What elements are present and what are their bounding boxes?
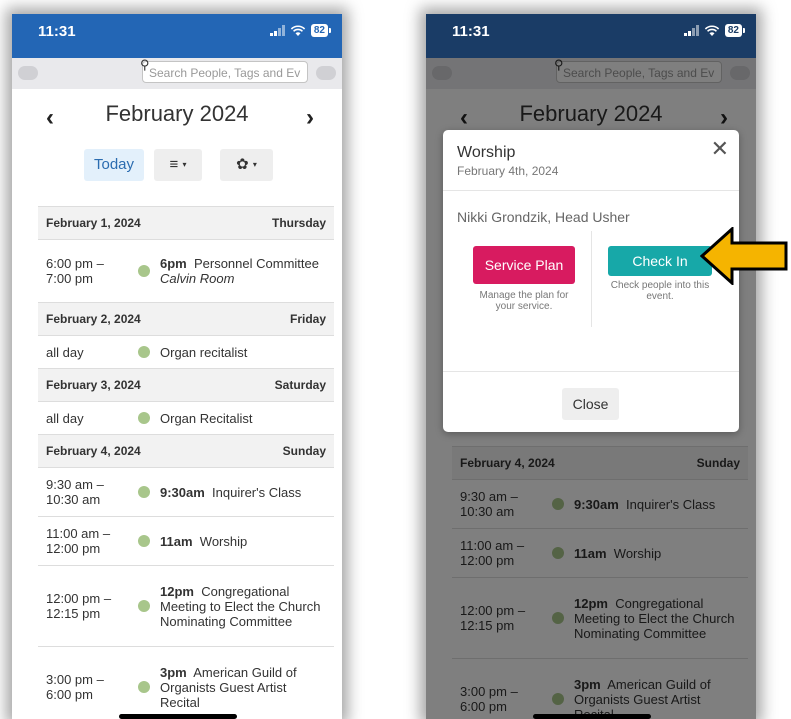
- event-start: 3pm: [160, 664, 187, 680]
- chevron-down-icon: ▾: [252, 160, 257, 169]
- status-time: 11:31: [38, 23, 76, 40]
- month-title: February 2024: [105, 101, 249, 126]
- day-date: February 1, 2024: [46, 216, 141, 230]
- event-title: 9:30am Inquirer's Class: [160, 485, 334, 500]
- service-plan-button[interactable]: Service Plan: [473, 246, 575, 284]
- event-dot-icon: [138, 412, 150, 424]
- event-time: 12:00 pm – 12:15 pm: [46, 591, 112, 621]
- wifi-icon: [704, 24, 720, 36]
- column-divider: [591, 231, 592, 327]
- day-date: February 3, 2024: [46, 378, 141, 392]
- event-time: 11:00 am – 12:00 pm: [46, 526, 111, 556]
- event-time: all day: [46, 410, 84, 426]
- event-time: 6:00 pm – 7:00 pm: [46, 256, 104, 286]
- event-row[interactable]: all day Organ recitalist: [38, 336, 334, 369]
- today-button[interactable]: Today: [84, 149, 144, 181]
- phone-screen-calendar: 11:31 82 Search People, Tags and Ev ⚲ ‹ …: [12, 14, 342, 719]
- event-title: Organ Recitalist: [160, 411, 334, 426]
- search-icon: ⚲: [140, 57, 150, 72]
- calendar-toolbar: Today ≡ ▾ ✿ ▾: [20, 141, 334, 207]
- back-pill[interactable]: [18, 66, 38, 80]
- event-dot-icon: [138, 681, 150, 693]
- signal-icon: [683, 25, 699, 36]
- event-dot-icon: [138, 535, 150, 547]
- event-title: Organ recitalist: [160, 345, 334, 360]
- arrow-pointer-icon: [700, 227, 788, 285]
- modal-header: Worship February 4th, 2024 ✕: [443, 130, 739, 191]
- modal-title: Worship: [457, 144, 516, 161]
- event-start: 9:30am: [160, 484, 205, 500]
- event-title: 6pm Personnel Committee Calvin Room: [160, 256, 334, 286]
- status-bar: 11:31 82: [426, 14, 756, 58]
- event-row[interactable]: 12:00 pm – 12:15 pm 12pm Congregational M…: [38, 566, 334, 647]
- day-weekday: Thursday: [271, 216, 326, 230]
- event-location: Calvin Room: [160, 271, 235, 286]
- day-header: February 1, 2024 Thursday: [38, 207, 334, 240]
- event-dot-icon: [138, 265, 150, 277]
- event-leader: Nikki Grondzik, Head Usher: [457, 209, 630, 225]
- day-header: February 2, 2024 Friday: [38, 303, 334, 336]
- day-weekday: Sunday: [282, 444, 326, 458]
- day-weekday: Friday: [289, 312, 326, 326]
- day-weekday: Saturday: [274, 378, 326, 392]
- day-date: February 2, 2024: [46, 312, 141, 326]
- check-in-button[interactable]: Check In: [608, 246, 712, 276]
- search-input[interactable]: Search People, Tags and Ev: [142, 61, 308, 83]
- view-menu-button[interactable]: ≡ ▾: [154, 149, 202, 181]
- event-time: 3:00 pm – 6:00 pm: [46, 672, 104, 702]
- event-time: all day: [46, 344, 84, 360]
- status-time: 11:31: [452, 23, 490, 40]
- event-modal: Worship February 4th, 2024 ✕ Nikki Grond…: [443, 130, 739, 432]
- event-name: Personnel Committee: [193, 256, 319, 271]
- event-dot-icon: [138, 346, 150, 358]
- list-icon: ≡: [169, 156, 179, 173]
- status-icons: 82: [683, 24, 746, 37]
- event-row[interactable]: 11:00 am – 12:00 pm 11am Worship: [38, 517, 334, 566]
- event-start: 12pm: [160, 583, 194, 599]
- event-title: 3pm American Guild of Organists Guest Ar…: [160, 665, 334, 710]
- search-bar: Search People, Tags and Ev ⚲: [12, 57, 342, 89]
- event-dot-icon: [138, 600, 150, 612]
- chevron-down-icon: ▾: [182, 160, 187, 169]
- status-bar: 11:31 82: [12, 14, 342, 58]
- modal-footer: Close: [443, 372, 739, 432]
- event-time: 9:30 am – 10:30 am: [46, 477, 104, 507]
- day-header: February 4, 2024 Sunday: [38, 435, 334, 468]
- event-row[interactable]: 9:30 am – 10:30 am 9:30am Inquirer's Clas…: [38, 468, 334, 517]
- calendar-header: ‹ February 2024 ›: [20, 89, 334, 141]
- event-title: 12pm Congregational Meeting to Elect the…: [160, 584, 334, 629]
- event-row[interactable]: 3:00 pm – 6:00 pm 3pm American Guild of O…: [38, 647, 334, 719]
- event-start: 6pm: [160, 256, 187, 271]
- battery-icon: 82: [310, 24, 332, 37]
- phone-screen-modal: 11:31 82 Search People, Tags and Ev ⚲ ‹ …: [426, 14, 756, 719]
- day-header: February 3, 2024 Saturday: [38, 369, 334, 402]
- event-name: Organ recitalist: [160, 344, 248, 360]
- close-icon[interactable]: ✕: [711, 136, 729, 162]
- event-name: Worship: [199, 533, 248, 549]
- settings-menu-button[interactable]: ✿ ▾: [220, 149, 273, 181]
- home-indicator: [119, 714, 237, 719]
- agenda-list: February 1, 2024 Thursday 6:00 pm – 7:00 p…: [38, 206, 334, 719]
- event-row[interactable]: all day Organ Recitalist: [38, 402, 334, 435]
- modal-date: February 4th, 2024: [457, 164, 559, 178]
- check-in-help: Check people into this event.: [610, 280, 710, 302]
- signal-icon: [269, 25, 285, 36]
- menu-pill[interactable]: [316, 66, 336, 80]
- event-start: 11am: [160, 533, 193, 549]
- next-month-button[interactable]: ›: [306, 106, 314, 130]
- event-row[interactable]: 6:00 pm – 7:00 pm 6pm Personnel Committee…: [38, 240, 334, 303]
- service-plan-help: Manage the plan for your service.: [479, 290, 569, 312]
- event-name: Inquirer's Class: [212, 484, 302, 500]
- event-title: 11am Worship: [160, 534, 334, 549]
- day-date: February 4, 2024: [46, 444, 141, 458]
- modal-body: Nikki Grondzik, Head Usher Service Plan …: [443, 191, 739, 372]
- gear-icon: ✿: [236, 156, 249, 173]
- battery-icon: 82: [724, 24, 746, 37]
- close-button[interactable]: Close: [562, 388, 619, 420]
- event-dot-icon: [138, 486, 150, 498]
- event-name: Organ Recitalist: [160, 410, 253, 426]
- wifi-icon: [290, 24, 306, 36]
- status-icons: 82: [269, 24, 332, 37]
